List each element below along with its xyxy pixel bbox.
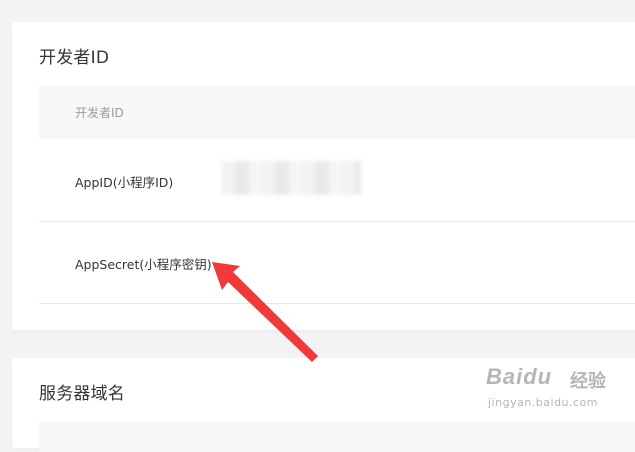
developer-id-card: 开发者ID 开发者ID AppID(小程序ID) AppSecret(小程序密钥… [12, 22, 635, 330]
server-domain-title: 服务器域名 [39, 384, 125, 404]
table-header-label: 开发者ID [75, 106, 124, 120]
table-row-appid: AppID(小程序ID) [39, 139, 635, 222]
appsecret-label: AppSecret(小程序密钥) [75, 257, 212, 272]
appid-label: AppID(小程序ID) [75, 175, 174, 190]
appid-masked-value [221, 161, 361, 195]
watermark-sub: 经验 [570, 371, 606, 392]
table-row-appsecret: AppSecret(小程序密钥) [39, 221, 635, 304]
table-header: 开发者ID [39, 86, 635, 139]
watermark-url: jingyan.baidu.com [488, 396, 599, 409]
watermark-brand: Baidu [486, 364, 553, 389]
developer-id-title: 开发者ID [39, 48, 110, 68]
baidu-jingyan-watermark: Baidu 经验 jingyan.baidu.com [478, 358, 628, 418]
server-table-header [39, 422, 635, 452]
